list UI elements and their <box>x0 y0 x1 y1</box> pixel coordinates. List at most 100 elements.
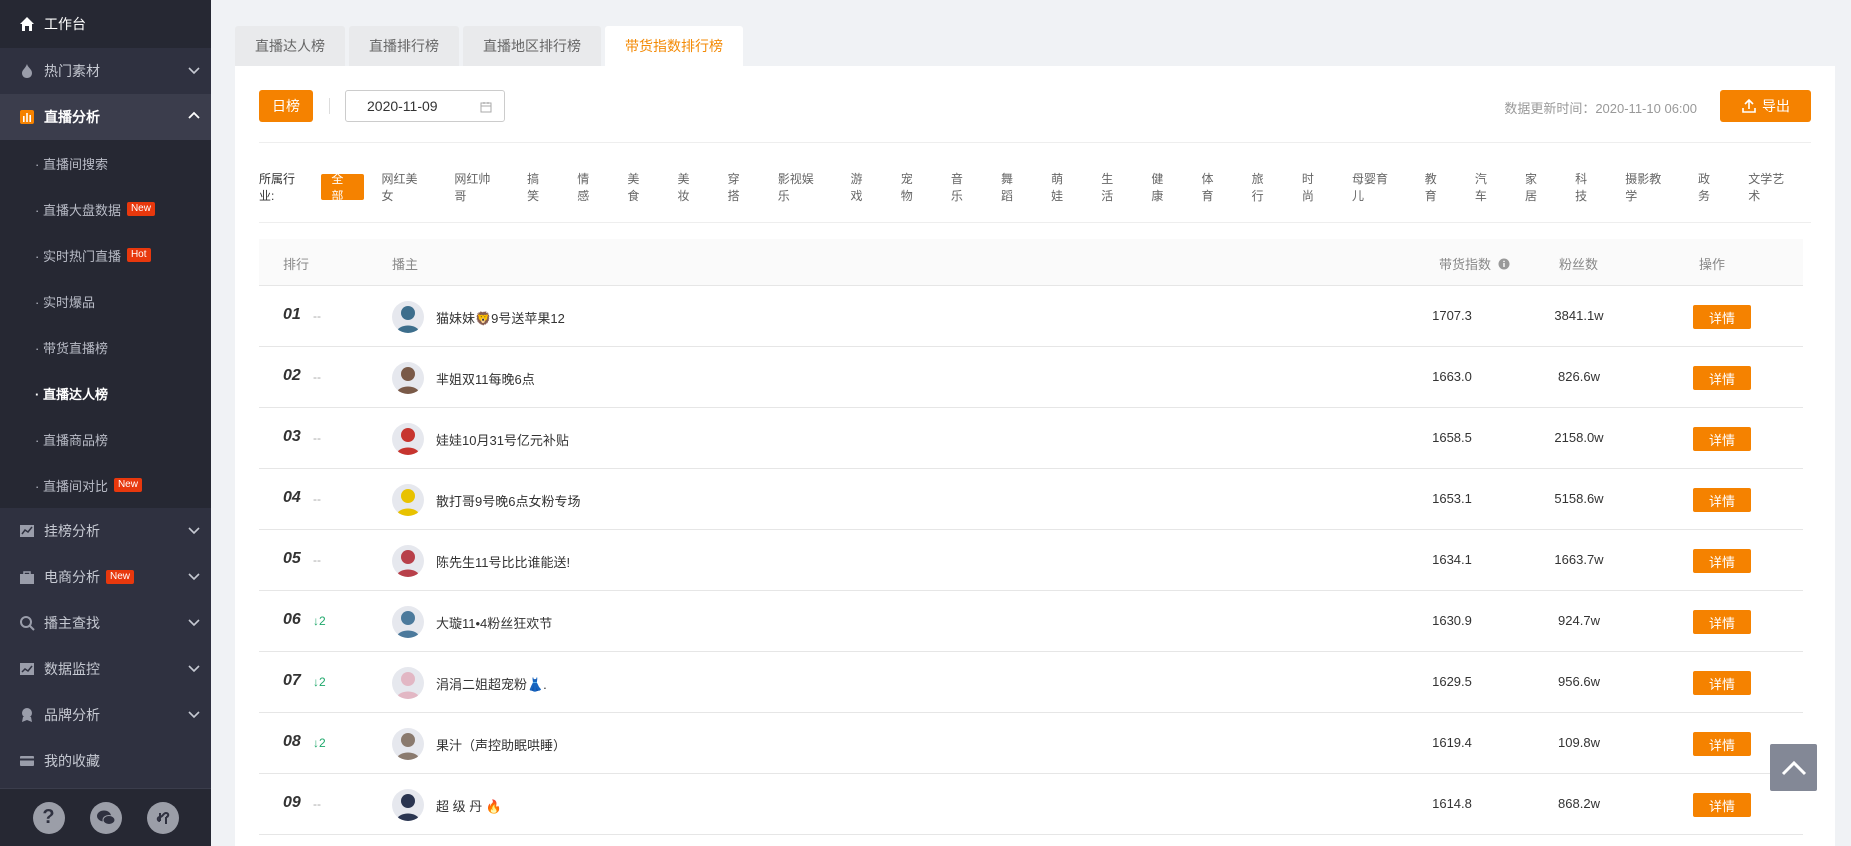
industry-chip[interactable]: 政务 <box>1688 172 1731 203</box>
industry-filter: 所属行业: 全部 网红美女 网红帅哥 搞笑 情感 美食 美妆 穿搭 影视娱乐 游… <box>259 172 1811 203</box>
industry-chip[interactable]: 萌娃 <box>1041 172 1084 203</box>
industry-chip[interactable]: 健康 <box>1141 172 1184 203</box>
detail-button[interactable]: 详情 <box>1693 732 1751 756</box>
industry-chip[interactable]: 全部 <box>321 172 365 203</box>
nav-data-monitor[interactable]: 数据监控 <box>0 646 211 692</box>
mini-program-icon[interactable] <box>146 801 179 834</box>
industry-chip[interactable]: 母婴育儿 <box>1342 172 1407 203</box>
nav-brand-analysis[interactable]: 品牌分析 <box>0 692 211 738</box>
avatar[interactable] <box>392 728 424 760</box>
export-button[interactable]: 导出 <box>1720 90 1811 122</box>
detail-button[interactable]: 详情 <box>1693 671 1751 695</box>
industry-chip[interactable]: 舞蹈 <box>991 172 1034 203</box>
industry-chip[interactable]: 网红帅哥 <box>444 172 509 203</box>
day-rank-button[interactable]: 日榜 <box>259 90 313 122</box>
industry-chip[interactable]: 时尚 <box>1292 172 1335 203</box>
avatar[interactable] <box>392 606 424 638</box>
nav-hot-material[interactable]: 热门素材 <box>0 48 211 94</box>
avatar[interactable] <box>392 484 424 516</box>
sub-live-search[interactable]: · 直播间搜索 <box>0 140 211 186</box>
host-name[interactable]: 散打哥9号晚6点女粉专场 <box>436 491 580 510</box>
nav-workbench[interactable]: 工作台 <box>0 0 211 48</box>
date-picker-input[interactable]: 2020-11-09 <box>345 90 505 122</box>
toolbar-separator <box>329 98 330 114</box>
industry-chip[interactable]: 美妆 <box>668 172 711 203</box>
nav-host-search[interactable]: 播主查找 <box>0 600 211 646</box>
industry-chip[interactable]: 音乐 <box>941 172 984 203</box>
rank-tabs: 直播达人榜 直播排行榜 直播地区排行榜 带货指数排行榜 <box>235 26 1835 66</box>
sub-realtime-hot-products[interactable]: · 实时爆品 <box>0 278 211 324</box>
host-name[interactable]: 娃娃10月31号亿元补贴 <box>436 430 569 449</box>
fans-count: 3841.1w <box>1554 308 1604 323</box>
chevron-down-icon <box>187 661 201 678</box>
nav-hang-analysis[interactable]: 挂榜分析 <box>0 508 211 554</box>
fans-count: 826.6w <box>1558 369 1600 384</box>
detail-button[interactable]: 详情 <box>1693 427 1751 451</box>
wechat-icon[interactable] <box>89 801 122 834</box>
bar-chart-icon <box>18 108 36 126</box>
host-name[interactable]: 超 级 丹 🔥 <box>436 796 502 815</box>
industry-chip[interactable]: 教育 <box>1415 172 1458 203</box>
sub-live-star-rank[interactable]: · 直播达人榜 <box>0 370 211 416</box>
nav-ecommerce-analysis[interactable]: 电商分析 New <box>0 554 211 600</box>
sub-realtime-hot-live[interactable]: · 实时热门直播 Hot <box>0 232 211 278</box>
avatar[interactable] <box>392 667 424 699</box>
sub-live-dashboard[interactable]: · 直播大盘数据 New <box>0 186 211 232</box>
tab-live-star-rank[interactable]: 直播达人榜 <box>235 26 345 66</box>
industry-chip[interactable]: 文学艺术 <box>1738 172 1803 203</box>
detail-button[interactable]: 详情 <box>1693 488 1751 512</box>
tab-live-region-rank[interactable]: 直播地区排行榜 <box>463 26 601 66</box>
host-name[interactable]: 涓涓二姐超宠粉👗. <box>436 674 547 693</box>
selling-index: 1707.3 <box>1432 308 1472 323</box>
help-icon[interactable]: ? <box>32 801 65 834</box>
host-name[interactable]: 陈先生11号比比谁能送! <box>436 552 570 571</box>
industry-chip[interactable]: 美食 <box>617 172 660 203</box>
detail-button[interactable]: 详情 <box>1693 610 1751 634</box>
sub-live-product-rank[interactable]: · 直播商品榜 <box>0 416 211 462</box>
avatar[interactable] <box>392 789 424 821</box>
header-host: 播主 <box>392 257 419 272</box>
host-name[interactable]: 芈姐双11每晚6点 <box>436 369 535 388</box>
selling-index: 1614.8 <box>1432 796 1472 811</box>
update-time: 数据更新时间：2020-11-10 06:00 <box>1504 101 1697 116</box>
table-row: 05 -- 陈先生11号比比谁能送! 1634.1 1663.7w 详情 <box>259 530 1803 591</box>
tab-live-rank[interactable]: 直播排行榜 <box>349 26 459 66</box>
industry-chip[interactable]: 生活 <box>1091 172 1134 203</box>
sub-label: · 直播商品榜 <box>35 432 108 448</box>
avatar[interactable] <box>392 545 424 577</box>
avatar[interactable] <box>392 301 424 333</box>
detail-button[interactable]: 详情 <box>1693 549 1751 573</box>
sub-selling-live-rank[interactable]: · 带货直播榜 <box>0 324 211 370</box>
host-name[interactable]: 大璇11•4粉丝狂欢节 <box>436 613 552 632</box>
industry-chip[interactable]: 体育 <box>1192 172 1235 203</box>
industry-chip[interactable]: 情感 <box>567 172 610 203</box>
detail-button[interactable]: 详情 <box>1693 305 1751 329</box>
industry-chip[interactable]: 摄影教学 <box>1615 172 1680 203</box>
industry-chip[interactable]: 科技 <box>1565 172 1608 203</box>
rank-number: 09 <box>283 794 301 811</box>
selling-index: 1653.1 <box>1432 491 1472 506</box>
industry-chip[interactable]: 穿搭 <box>718 172 761 203</box>
detail-button[interactable]: 详情 <box>1693 366 1751 390</box>
info-icon[interactable] <box>1498 258 1510 270</box>
industry-chip[interactable]: 汽车 <box>1465 172 1508 203</box>
tab-selling-index-rank[interactable]: 带货指数排行榜 <box>605 26 743 66</box>
industry-chip[interactable]: 宠物 <box>891 172 934 203</box>
avatar[interactable] <box>392 362 424 394</box>
back-to-top-button[interactable] <box>1770 744 1817 791</box>
host-name[interactable]: 果汁（声控助眠哄睡） <box>436 735 566 754</box>
avatar[interactable] <box>392 423 424 455</box>
nav-my-favorites[interactable]: 我的收藏 <box>0 738 211 784</box>
industry-chip[interactable]: 家居 <box>1515 172 1558 203</box>
sub-label: · 带货直播榜 <box>35 340 108 356</box>
table-row: 03 -- 娃娃10月31号亿元补贴 1658.5 2158.0w 详情 <box>259 408 1803 469</box>
sub-live-compare[interactable]: · 直播间对比 New <box>0 462 211 508</box>
industry-chip[interactable]: 网红美女 <box>372 172 437 203</box>
detail-button[interactable]: 详情 <box>1693 793 1751 817</box>
nav-live-analysis[interactable]: 直播分析 <box>0 94 211 140</box>
industry-chip[interactable]: 影视娱乐 <box>768 172 833 203</box>
industry-chip[interactable]: 游戏 <box>841 172 884 203</box>
industry-chip[interactable]: 旅行 <box>1242 172 1285 203</box>
industry-chip[interactable]: 搞笑 <box>517 172 560 203</box>
host-name[interactable]: 猫妹妹🦁9号送苹果12 <box>436 308 565 327</box>
